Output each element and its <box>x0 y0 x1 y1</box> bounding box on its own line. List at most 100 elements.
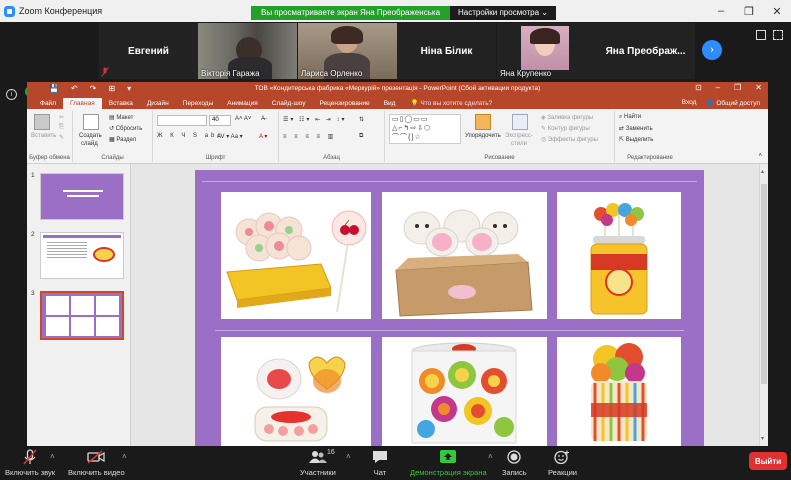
slide-thumbnail-selected[interactable] <box>40 291 124 340</box>
start-video-button[interactable]: Включить видео <box>68 448 125 477</box>
minimize-button[interactable]: – <box>707 0 735 22</box>
collapse-ribbon-icon[interactable]: ˄ <box>758 153 762 159</box>
shapes-gallery[interactable]: ▭▯◯▭▭ △⌐↰⇨⇩⬡ ⌒⌒{}☆ <box>389 114 461 144</box>
cursor-icon: ⇱ <box>619 137 626 143</box>
product-photo[interactable] <box>382 337 547 446</box>
reactions-button[interactable]: Реакции <box>548 448 577 477</box>
video-options-chevron-icon[interactable]: ˄ <box>122 452 127 461</box>
font-name-input[interactable] <box>157 115 207 126</box>
participant-tile[interactable]: Яна Крупенко <box>497 23 596 79</box>
font-size-input[interactable]: 40 <box>209 115 231 126</box>
product-photo[interactable] <box>382 192 547 319</box>
ribbon: Вставить ✂ ⎘ ✎ Буфер обмена Создать слай… <box>27 109 768 164</box>
view-icons <box>756 30 783 40</box>
participant-tile[interactable]: Лариса Орленко <box>298 23 397 79</box>
ribbon-display-button[interactable]: ⊡ <box>695 83 702 92</box>
chat-button[interactable]: Чат <box>372 448 388 477</box>
shape-effects-label: Эффекты фигуры <box>547 137 598 143</box>
replace-button[interactable]: ⇄ Заменить <box>619 125 653 132</box>
product-photo[interactable] <box>557 337 681 446</box>
grow-font-icon[interactable]: A˄ A˅ <box>235 116 251 122</box>
tab-insert[interactable]: Вставка <box>102 100 140 109</box>
reactions-icon <box>554 450 570 464</box>
participant-tile[interactable]: Евгений <box>99 23 198 79</box>
share-button[interactable]: 👤 Общий доступ <box>706 99 760 107</box>
close-button[interactable]: ✕ <box>763 0 791 22</box>
vertical-scrollbar[interactable]: ▴ ▾ <box>759 164 768 446</box>
maximize-button[interactable]: ❐ <box>735 0 763 22</box>
tell-me-input[interactable]: 💡 Что вы хотите сделать? <box>410 99 492 109</box>
reset-button[interactable]: ↺ Сбросить <box>109 125 142 132</box>
share-banner-message: Вы просматриваете экран Яна Преображенсь… <box>251 6 451 20</box>
clear-format-icon[interactable]: A̶ <box>261 116 265 122</box>
product-photo[interactable] <box>221 337 371 446</box>
tab-animations[interactable]: Анимация <box>220 100 265 109</box>
tab-review[interactable]: Рецензирование <box>312 100 376 109</box>
cut-icon[interactable]: ✂ <box>59 114 64 121</box>
sign-in-link[interactable]: Вход <box>682 99 697 107</box>
tab-home[interactable]: Главная <box>62 98 102 109</box>
tab-slideshow[interactable]: Слайд-шоу <box>265 100 313 109</box>
next-page-button[interactable]: › <box>702 40 722 60</box>
shape-fill-button[interactable]: ◈ Заливка фигуры <box>541 114 593 121</box>
slide-number: 2 <box>31 231 35 238</box>
speaker-view-icon[interactable] <box>756 30 766 40</box>
group-label: Абзац <box>323 155 340 161</box>
participant-tile[interactable]: Вікторія Гаража <box>198 23 297 79</box>
spacing-icon[interactable]: AV ▾ Aa ▾ <box>217 133 243 140</box>
quick-styles-button[interactable]: Экспресс- <box>505 133 533 139</box>
product-photo[interactable] <box>221 192 371 319</box>
slide-thumbnail[interactable] <box>40 232 124 279</box>
layout-button[interactable]: ▤ Макет <box>109 114 133 121</box>
participant-tile[interactable]: Яна Преображ... <box>596 23 695 79</box>
slide-canvas[interactable] <box>195 170 704 446</box>
group-label: Рисование <box>484 155 515 161</box>
participant-caption: Яна Крупенко <box>500 69 552 78</box>
share-options-chevron-icon[interactable]: ˄ <box>488 452 493 461</box>
font-color-icon[interactable]: A ▾ <box>259 133 267 140</box>
find-button[interactable]: ⌕ Найти <box>619 114 641 121</box>
share-screen-button[interactable]: Демонстрация экрана <box>410 448 487 477</box>
scroll-up-icon[interactable]: ▴ <box>761 168 764 175</box>
arrange-button[interactable]: Упорядочить <box>465 133 501 139</box>
info-icon[interactable]: i <box>6 89 17 100</box>
tab-file[interactable]: Файл <box>33 100 63 109</box>
participant-tile[interactable]: Ніна Білик <box>397 23 496 79</box>
align-buttons[interactable]: ≡ ≡ ≡ ≡ ▥ <box>283 133 336 140</box>
font-style-buttons[interactable]: Ж К Ч S abc <box>157 133 223 139</box>
shape-outline-button[interactable]: ✎ Контур фигуры <box>541 125 590 132</box>
tab-design[interactable]: Дизайн <box>140 100 176 109</box>
new-slide-button[interactable]: Создать <box>79 133 102 139</box>
ppt-maximize-button[interactable]: ❐ <box>734 83 741 92</box>
scroll-down-icon[interactable]: ▾ <box>761 435 764 442</box>
audio-options-chevron-icon[interactable]: ˄ <box>50 452 55 461</box>
select-button[interactable]: ⇱ Выделить <box>619 136 653 143</box>
copy-icon[interactable]: ⎘ <box>59 124 64 131</box>
smartart-icon[interactable]: ⧉ <box>359 133 363 140</box>
shape-effects-button[interactable]: ◎ Эффекты фигуры <box>541 136 598 143</box>
format-painter-icon[interactable]: ✎ <box>59 134 64 141</box>
section-button[interactable]: ▦ Раздел <box>109 136 136 143</box>
list-buttons[interactable]: ☰▾ ☷▾ ⇤ ⇥ ↕▾ <box>283 116 347 123</box>
paste-button[interactable]: Вставить <box>31 133 56 139</box>
unmute-button[interactable]: Включить звук <box>5 448 55 477</box>
chevron-right-icon: › <box>710 44 714 56</box>
slide-thumbnail[interactable] <box>40 173 124 220</box>
tab-transitions[interactable]: Переходы <box>176 100 221 109</box>
leave-meeting-button[interactable]: Выйти <box>749 452 787 470</box>
new-slide-button-line2[interactable]: слайд <box>81 141 98 147</box>
fullscreen-icon[interactable] <box>773 30 783 40</box>
scrollbar-thumb[interactable] <box>761 184 767 384</box>
view-options-button[interactable]: Настройки просмотра ⌄ <box>450 6 556 20</box>
tab-view[interactable]: Вид <box>377 100 403 109</box>
product-photo[interactable] <box>557 192 681 319</box>
text-direction-icon[interactable]: ⇅ <box>359 116 364 123</box>
record-button[interactable]: Запись <box>502 448 527 477</box>
lollipop-jar-image <box>557 192 681 319</box>
select-label: Выделить <box>625 137 654 143</box>
mic-muted-icon <box>23 449 37 465</box>
quick-styles-line2[interactable]: стили <box>511 141 527 147</box>
ppt-close-button[interactable]: ✕ <box>755 83 762 92</box>
ppt-minimize-button[interactable]: – <box>716 83 720 92</box>
participants-options-chevron-icon[interactable]: ˄ <box>346 452 351 461</box>
